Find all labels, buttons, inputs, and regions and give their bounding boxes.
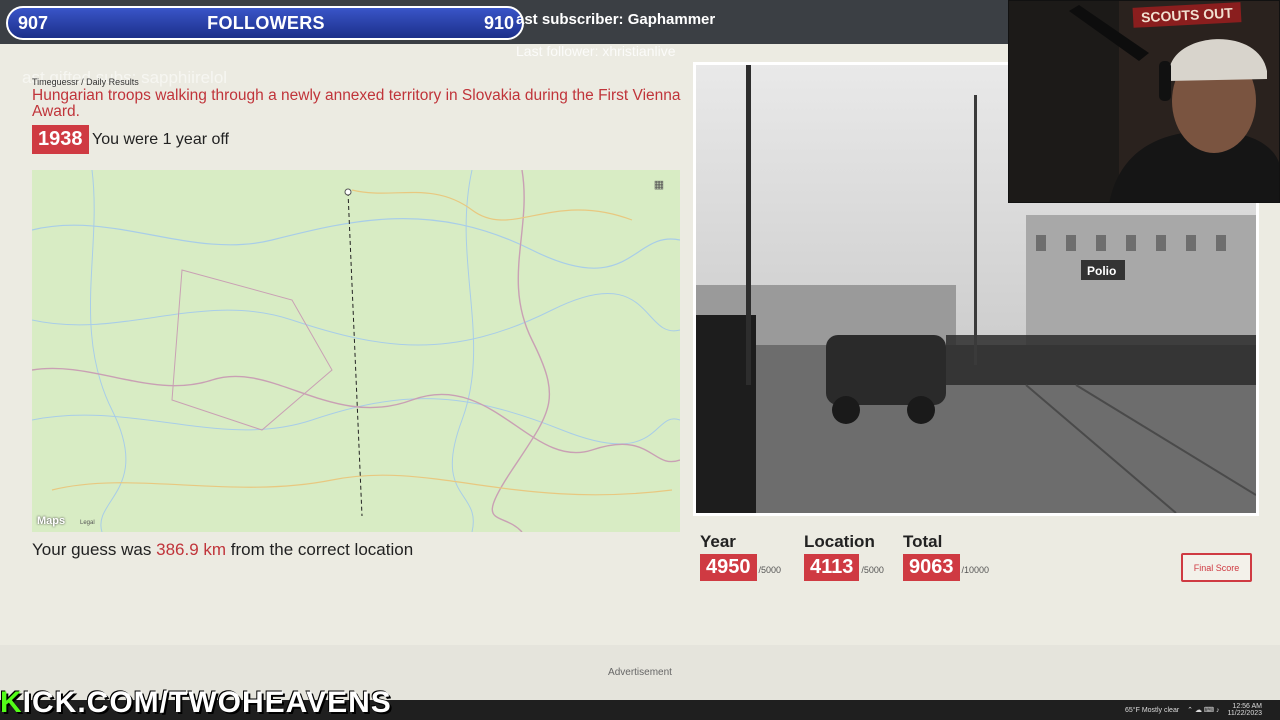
score-year-max: /5000 [758,565,782,575]
maps-logo: Maps [37,515,66,527]
guess-suffix: from the correct location [230,540,414,559]
kick-url: ICK.COM/TWOHEAVENS [22,686,392,719]
clock-date: 11/22/2023 [1227,710,1262,717]
score-year-value: 4950 [700,554,757,581]
map-terrain [32,170,680,532]
correct-year-badge: 1938 [32,125,89,154]
score-total-value: 9063 [903,554,960,581]
kick-channel-banner: KICK.COM/TWOHEAVENS [0,686,392,720]
system-tray: 65°F Mostly clear ⌃ ☁ ⌨ ♪ 12:56 AM 11/22… [1125,703,1262,717]
result-map[interactable]: ▦ Maps Legal [32,170,680,532]
year-feedback: You were 1 year off [92,131,229,148]
followers-label: FOLLOWERS [207,12,325,33]
score-location-value: 4113 [804,554,860,581]
webcam-render [1009,1,1279,202]
score-location-max: /5000 [861,565,884,575]
followers-current: 907 [18,12,49,33]
last-follower-text: Last follower: xhristianlive [516,43,676,59]
weather-widget[interactable]: 65°F Mostly clear [1125,707,1179,714]
advertisement-label: Advertisement [608,667,672,678]
score-year: Year 4950/5000 [700,532,781,581]
tray-icons[interactable]: ⌃ ☁ ⌨ ♪ [1187,706,1219,714]
maps-legal-link[interactable]: Legal [80,520,95,526]
breadcrumb[interactable]: Timeguessr / Daily Results [32,77,139,87]
final-score-button[interactable]: Final Score [1181,553,1252,582]
score-total-max: /10000 [961,565,990,575]
guess-distance-line: Your guess was 386.9 km from the correct… [32,540,413,560]
clock[interactable]: 12:56 AM 11/22/2023 [1227,703,1262,717]
clock-time: 12:56 AM [1232,703,1262,710]
followers-goal-bar: 907 FOLLOWERS 910 [6,6,524,40]
score-location-title: Location [804,532,875,551]
score-total: Total 9063/10000 [903,532,989,581]
score-total-title: Total [903,532,943,551]
score-year-title: Year [700,532,736,551]
map-toggle-icon[interactable]: ▦ [650,178,668,192]
photo-caption: Hungarian troops walking through a newly… [32,87,681,120]
kick-k: K [0,686,23,719]
webcam-feed: SCOUTS OUT [1008,0,1280,203]
followers-goal: 910 [483,12,514,33]
photo-sign-text: Polio [1087,264,1116,278]
last-subscriber-text: ast subscriber: Gaphammer [516,11,716,28]
score-location: Location 4113/5000 [804,532,884,581]
guess-distance: 386.9 km [156,540,227,559]
guess-prefix: Your guess was [32,540,152,559]
